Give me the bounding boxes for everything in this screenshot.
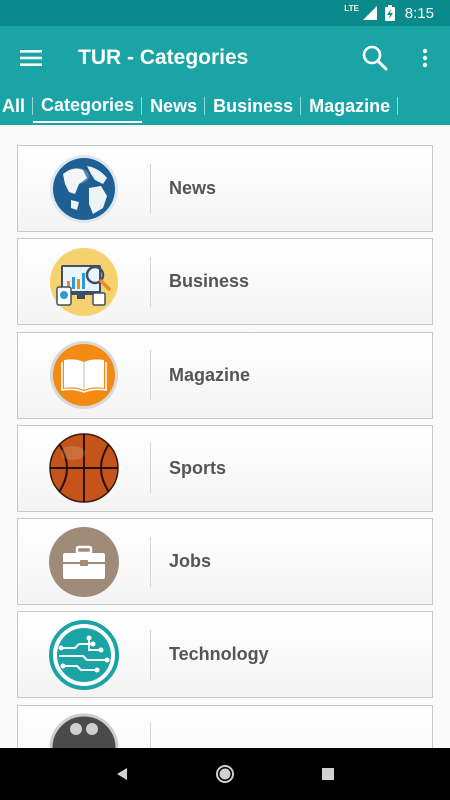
back-button[interactable] — [102, 754, 142, 794]
search-icon — [362, 45, 388, 71]
category-list: News Business Magazine Sports Jobs Techn… — [17, 145, 433, 798]
network-type: LTE — [344, 3, 359, 13]
more-options-button[interactable] — [400, 26, 450, 90]
card-divider — [150, 629, 151, 680]
card-divider — [150, 443, 151, 494]
category-label: Technology — [169, 644, 269, 665]
battery-icon — [384, 5, 395, 21]
category-card-sports[interactable]: Sports — [17, 424, 433, 512]
open-book-icon — [50, 341, 118, 410]
globe-icon — [50, 154, 118, 223]
business-analytics-icon — [50, 247, 118, 316]
back-icon — [116, 768, 127, 780]
category-card-business[interactable]: Business — [17, 238, 433, 326]
tab-label: All — [2, 95, 26, 116]
home-icon — [215, 765, 234, 783]
card-divider — [150, 350, 151, 401]
signal-icon — [362, 6, 377, 20]
tab-business[interactable]: Business — [205, 90, 302, 122]
app-bar: TUR - Categories — [0, 26, 450, 90]
tab-label: Categories — [41, 95, 135, 115]
recents-icon — [322, 768, 335, 780]
category-card-news[interactable]: News — [17, 145, 433, 232]
status-bar: LTE 8:15 — [0, 0, 450, 26]
card-divider — [150, 256, 151, 307]
tab-magazine[interactable]: Magazine — [301, 90, 399, 122]
tab-label: Magazine — [309, 95, 391, 116]
clock: 8:15 — [404, 4, 434, 22]
category-card-technology[interactable]: Technology — [17, 611, 433, 699]
category-card-jobs[interactable]: Jobs — [17, 518, 433, 606]
category-label: Magazine — [169, 364, 251, 385]
category-label: Business — [169, 271, 250, 292]
category-label: Sports — [169, 457, 227, 478]
card-divider — [150, 536, 151, 587]
more-vert-icon — [422, 48, 428, 68]
category-label: News — [169, 178, 217, 198]
briefcase-icon — [49, 526, 119, 597]
tab-label: Business — [213, 95, 294, 116]
recents-button[interactable] — [308, 754, 348, 794]
tab-label: News — [150, 95, 198, 116]
page-title: TUR - Categories — [78, 46, 249, 69]
circuit-board-icon — [49, 619, 119, 690]
menu-button[interactable] — [0, 26, 62, 90]
hamburger-menu-icon — [20, 50, 42, 66]
tab-categories[interactable]: Categories — [33, 90, 143, 123]
tab-news[interactable]: News — [142, 90, 206, 122]
basketball-icon — [49, 433, 119, 504]
tab-all[interactable]: All — [0, 90, 34, 122]
category-label: Jobs — [169, 551, 212, 572]
system-nav-bar — [0, 748, 450, 800]
category-tabs: All Categories News Business Magazine — [0, 90, 450, 125]
home-button[interactable] — [205, 754, 245, 794]
card-divider — [150, 163, 151, 214]
search-button[interactable] — [350, 26, 400, 90]
category-card-magazine[interactable]: Magazine — [17, 331, 433, 419]
